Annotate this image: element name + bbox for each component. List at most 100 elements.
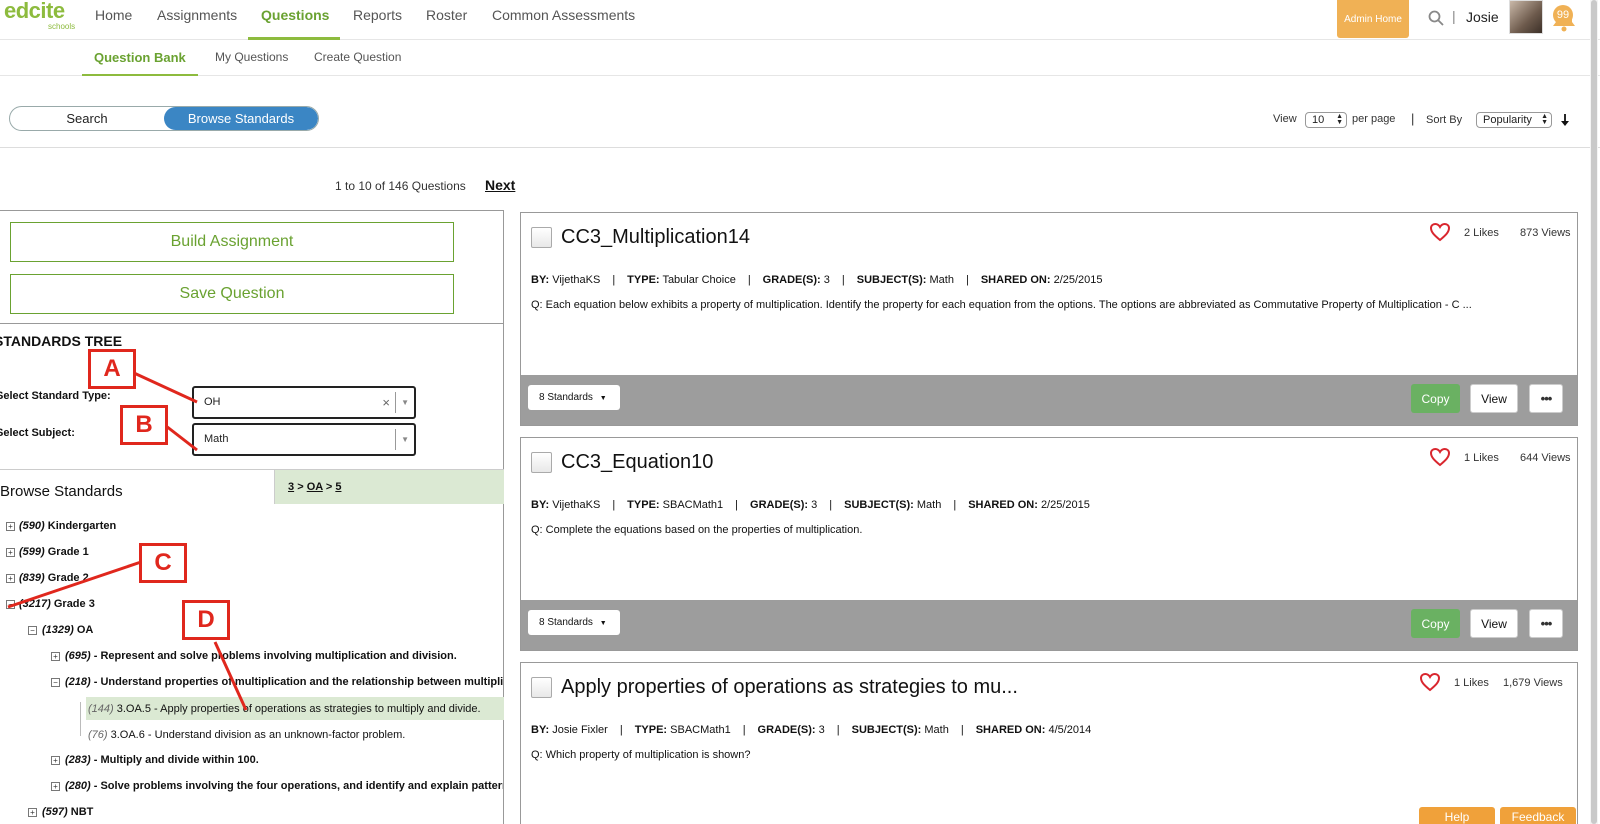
feedback-button[interactable]: Feedback	[1500, 807, 1576, 824]
tree-item-label: Kindergarten	[44, 520, 117, 532]
expand-icon[interactable]: +	[6, 548, 15, 557]
tree-item-oa[interactable]: (1329) OA	[42, 624, 93, 636]
build-assignment-button[interactable]: Build Assignment	[10, 222, 454, 262]
card-footer: 8 Standards ▼ Copy View •••	[521, 375, 1577, 425]
tree-item-cluster[interactable]: (218) - Understand properties of multipl…	[65, 676, 503, 688]
tree-item-standard[interactable]: (76) 3.OA.6 - Understand division as an …	[88, 729, 405, 741]
meta-label: GRADE(S):	[750, 499, 809, 511]
tree-item-count: (76)	[88, 729, 108, 741]
avatar[interactable]	[1509, 0, 1543, 34]
question-title[interactable]: CC3_Equation10	[561, 451, 713, 474]
subnav-my-questions[interactable]: My Questions	[215, 50, 288, 64]
nav-assignments[interactable]: Assignments	[157, 7, 237, 23]
sort-select[interactable]: Popularity ▲ ▼	[1476, 112, 1552, 128]
clear-icon[interactable]: ×	[382, 388, 390, 417]
tree-item-cluster[interactable]: (283) - Multiply and divide within 100.	[65, 754, 259, 766]
admin-home-button[interactable]: Admin Home	[1337, 0, 1409, 38]
tree-item-grade-3[interactable]: (3217) Grade 3	[19, 598, 95, 610]
tree-item-cluster[interactable]: (280) - Solve problems involving the fou…	[65, 780, 503, 792]
active-subnav-indicator	[82, 74, 198, 76]
standards-tree-heading: STANDARDS TREE	[0, 333, 123, 349]
collapse-icon[interactable]: −	[6, 600, 15, 609]
meta-label: TYPE:	[627, 274, 660, 286]
select-arrows-icon: ▲ ▼	[1336, 113, 1343, 126]
tree-item-label: 3.OA.5 - Apply properties of operations …	[113, 703, 481, 715]
save-question-button[interactable]: Save Question	[10, 274, 454, 314]
sort-direction-icon[interactable]	[1560, 113, 1570, 127]
tree-item-standard-selected[interactable]: (144) 3.OA.5 - Apply properties of opera…	[88, 703, 503, 715]
copy-button[interactable]: Copy	[1411, 384, 1460, 413]
search-tab[interactable]: Search	[10, 107, 164, 130]
meta-label: TYPE:	[627, 499, 660, 511]
user-name[interactable]: Josie	[1466, 9, 1499, 25]
heart-icon[interactable]	[1429, 222, 1451, 242]
breadcrumb-link-cluster[interactable]: 5	[335, 481, 341, 493]
nav-reports[interactable]: Reports	[353, 7, 402, 23]
tree-item-count: (1329)	[42, 624, 74, 636]
question-meta: BY: Josie Fixler | TYPE: SBACMath1 | GRADE(S…	[531, 724, 1091, 736]
meta-separator: |	[747, 274, 751, 286]
nav-common-assessments[interactable]: Common Assessments	[492, 7, 635, 23]
question-meta: BY: VijethaKS | TYPE: SBACMath1 | GRADE(S): …	[531, 499, 1090, 511]
expand-icon[interactable]: +	[51, 756, 60, 765]
standard-type-select[interactable]: OH × ▼	[192, 386, 416, 419]
subnav-question-bank[interactable]: Question Bank	[94, 50, 186, 65]
nav-home[interactable]: Home	[95, 7, 132, 23]
divider	[0, 323, 504, 324]
scrollbar-thumb[interactable]	[1591, 0, 1597, 824]
select-question-checkbox[interactable]	[531, 677, 552, 698]
notification-count[interactable]: 99	[1553, 5, 1573, 25]
breadcrumb-link-domain[interactable]: OA	[307, 481, 323, 493]
meta-label: SHARED ON:	[968, 499, 1038, 511]
nav-roster[interactable]: Roster	[426, 7, 467, 23]
tree-item-grade-2[interactable]: (839) Grade 2	[19, 572, 89, 584]
browse-standards-tab[interactable]: Browse Standards	[164, 107, 318, 130]
browse-standards-heading: Browse Standards	[0, 483, 123, 500]
select-question-checkbox[interactable]	[531, 452, 552, 473]
view-button[interactable]: View	[1470, 384, 1518, 413]
tree-item-grade-1[interactable]: (599) Grade 1	[19, 546, 89, 558]
nav-questions[interactable]: Questions	[261, 7, 329, 23]
meta-label: TYPE:	[634, 724, 668, 736]
author: VijethaKS	[552, 274, 601, 286]
breadcrumb-link-grade[interactable]: 3	[288, 481, 294, 493]
view-button[interactable]: View	[1470, 609, 1518, 638]
annotation-label-d: D	[182, 600, 230, 640]
help-button[interactable]: Help	[1419, 807, 1495, 824]
expand-icon[interactable]: +	[6, 574, 15, 583]
chevron-down-icon[interactable]: ▼	[401, 425, 409, 454]
meta-label: SUBJECT(S):	[856, 274, 927, 286]
tree-item-kindergarten[interactable]: (590) Kindergarten	[19, 520, 116, 532]
collapse-icon[interactable]: −	[51, 678, 60, 687]
meta-label: BY:	[531, 499, 550, 511]
select-divider	[395, 392, 396, 413]
more-options-button[interactable]: •••	[1529, 384, 1563, 413]
standards-dropdown[interactable]: 8 Standards ▼	[528, 385, 620, 410]
tree-item-cluster[interactable]: (695) - Represent and solve problems inv…	[65, 650, 457, 662]
standards-dropdown[interactable]: 8 Standards ▼	[528, 610, 620, 635]
expand-icon[interactable]: +	[51, 782, 60, 791]
expand-icon[interactable]: +	[28, 808, 37, 817]
tree-item-nbt[interactable]: (597) NBT	[42, 806, 93, 818]
question-title[interactable]: CC3_Multiplication14	[561, 226, 750, 249]
per-page-select[interactable]: 10 ▲ ▼	[1305, 112, 1347, 128]
collapse-icon[interactable]: −	[28, 626, 37, 635]
select-question-checkbox[interactable]	[531, 227, 552, 248]
edcite-logo[interactable]: edcite schools	[4, 0, 78, 34]
copy-button[interactable]: Copy	[1411, 609, 1460, 638]
search-icon[interactable]	[1428, 10, 1444, 26]
subject-select[interactable]: Math ▼	[192, 423, 416, 456]
heart-icon[interactable]	[1419, 672, 1441, 692]
meta-separator: |	[742, 724, 746, 736]
likes-count: 1 Likes	[1464, 452, 1499, 464]
view-label: View	[1273, 113, 1297, 125]
question-title[interactable]: Apply properties of operations as strate…	[561, 676, 1018, 699]
subnav-create-question[interactable]: Create Question	[314, 50, 401, 64]
more-options-button[interactable]: •••	[1529, 609, 1563, 638]
next-page-link[interactable]: Next	[485, 177, 515, 193]
heart-icon[interactable]	[1429, 447, 1451, 467]
chevron-down-icon[interactable]: ▼	[401, 388, 409, 417]
expand-icon[interactable]: +	[6, 522, 15, 531]
expand-icon[interactable]: +	[51, 652, 60, 661]
subject: Math	[916, 499, 942, 511]
